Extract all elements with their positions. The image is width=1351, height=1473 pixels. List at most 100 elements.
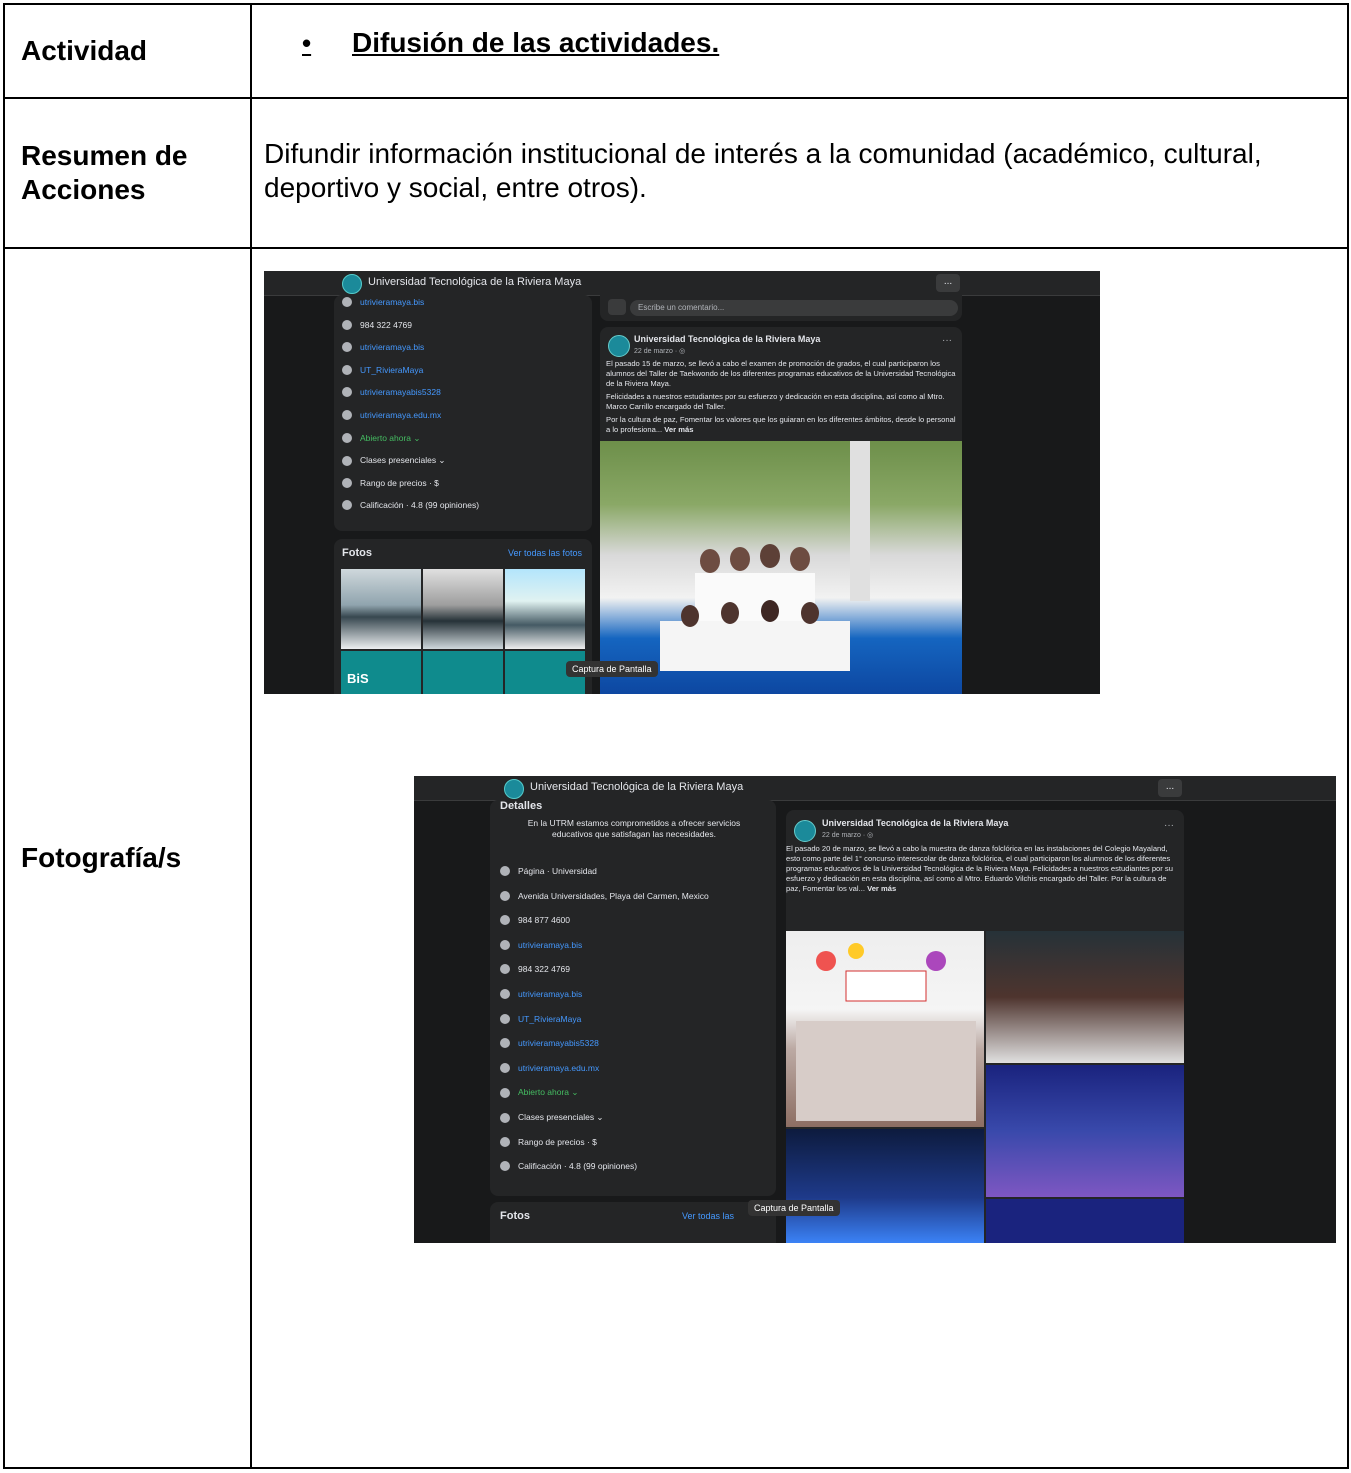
- info-text: utrivieramaya.bis: [518, 939, 583, 950]
- dance-group-illustration: [796, 943, 976, 1121]
- whatsapp-icon: [342, 319, 352, 330]
- photo-thumbnail-1[interactable]: [341, 569, 421, 649]
- info-row: 984 877 4600: [500, 915, 570, 926]
- summary-row: Resumen de Acciones Difundir información…: [3, 97, 1349, 249]
- details-heading: Detalles: [500, 800, 543, 812]
- dance-photo-4[interactable]: [786, 1129, 984, 1243]
- page-header-bar: Universidad Tecnológica de la Riviera Ma…: [414, 776, 1336, 801]
- dance-photo-5[interactable]: [986, 1199, 1184, 1243]
- comment-input[interactable]: Escribe un comentario...: [630, 300, 958, 316]
- info-text: utrivieramaya.bis: [360, 342, 425, 353]
- details-intro: En la UTRM estamos comprometidos a ofrec…: [527, 818, 741, 839]
- photos-label: Fotografía/s: [3, 247, 252, 1469]
- info-row[interactable]: utrivieramaya.bis: [500, 989, 582, 999]
- post-card: Universidad Tecnológica de la Riviera Ma…: [600, 327, 962, 694]
- info-row: Clases presenciales ⌄: [500, 1112, 604, 1123]
- youtube-icon: [500, 1038, 510, 1049]
- info-text: UT_RivieraMaya: [518, 1013, 582, 1024]
- info-row: Rango de precios · $: [342, 477, 439, 488]
- info-row: Rango de precios · $: [500, 1136, 597, 1147]
- info-text: UT_RivieraMaya: [360, 364, 424, 375]
- info-text: Página · Universidad: [518, 866, 597, 876]
- info-row: 984 322 4769: [500, 964, 570, 975]
- instagram-icon: [342, 297, 352, 307]
- x-icon: [500, 1013, 510, 1024]
- photo-thumbnail-2[interactable]: [423, 569, 503, 649]
- info-text: Rango de precios · $: [360, 477, 439, 488]
- photos-cell: Universidad Tecnológica de la Riviera Ma…: [250, 247, 1349, 1469]
- info-row[interactable]: utrivieramayabis5328: [342, 387, 441, 398]
- post-paragraph-3: Por la cultura de paz, Fomentar los valo…: [606, 415, 956, 435]
- info-text: Clases presenciales ⌄: [360, 455, 446, 466]
- info-row[interactable]: utrivieramaya.edu.mx: [500, 1062, 599, 1073]
- post-options-icon[interactable]: ···: [942, 335, 952, 346]
- dance-photo-2[interactable]: [986, 931, 1184, 1063]
- info-text: 984 877 4600: [518, 915, 570, 926]
- see-all-photos-link[interactable]: Ver todas las: [682, 1211, 734, 1221]
- more-options-button[interactable]: ...: [936, 274, 960, 292]
- page-title: Universidad Tecnológica de la Riviera Ma…: [530, 781, 744, 793]
- photo-thumbnail-4[interactable]: BiS: [341, 651, 421, 694]
- location-icon: [500, 890, 510, 901]
- info-text: utrivieramaya.bis: [360, 297, 425, 307]
- activity-row: Actividad • Difusión de las actividades.: [3, 3, 1349, 99]
- tiktok-icon: [342, 342, 352, 353]
- post-author[interactable]: Universidad Tecnológica de la Riviera Ma…: [634, 334, 820, 344]
- photo-thumbnail-3[interactable]: [505, 569, 585, 649]
- university-logo-icon: [342, 274, 362, 294]
- photos-panel: Fotos Ver todas las: [490, 1202, 776, 1243]
- info-row[interactable]: UT_RivieraMaya: [500, 1013, 582, 1024]
- youtube-icon: [342, 387, 352, 398]
- bis-tile-text: BiS: [347, 671, 369, 686]
- post-paragraph-1: El pasado 15 de marzo, se llevó a cabo e…: [606, 359, 956, 388]
- info-row: Abierto ahora ⌄: [500, 1087, 579, 1098]
- post-author-avatar: [608, 335, 630, 357]
- info-row: Calificación · 4.8 (99 opiniones): [342, 500, 479, 511]
- see-more-link[interactable]: Ver más: [867, 884, 896, 893]
- post-author-avatar: [794, 820, 816, 842]
- tiktok-icon: [500, 989, 510, 999]
- see-all-photos-link[interactable]: Ver todas las fotos: [508, 548, 582, 558]
- dance-photo-1[interactable]: [786, 931, 984, 1127]
- info-text: utrivieramaya.edu.mx: [360, 410, 442, 420]
- info-text: utrivieramaya.bis: [518, 989, 583, 999]
- activity-value-cell: • Difusión de las actividades.: [250, 3, 1349, 99]
- taekwondo-group-photo[interactable]: [600, 441, 962, 694]
- facebook-screenshot-danza: Universidad Tecnológica de la Riviera Ma…: [414, 776, 1336, 1243]
- more-options-button[interactable]: ...: [1158, 779, 1182, 797]
- info-text: Abierto ahora ⌄: [360, 432, 421, 443]
- instagram-icon: [500, 939, 510, 950]
- clock-icon: [342, 433, 352, 444]
- info-row[interactable]: UT_RivieraMaya: [342, 364, 424, 375]
- photo-thumbnail-5[interactable]: [423, 651, 503, 694]
- see-more-link[interactable]: Ver más: [664, 425, 693, 434]
- info-row[interactable]: utrivieramaya.bis: [500, 939, 583, 950]
- price-icon: [342, 477, 352, 488]
- photos-title: Fotos: [342, 547, 372, 559]
- post-author[interactable]: Universidad Tecnológica de la Riviera Ma…: [822, 818, 1008, 828]
- summary-label-line1: Resumen de: [21, 140, 188, 171]
- info-text: utrivieramayabis5328: [518, 1038, 599, 1049]
- info-row[interactable]: utrivieramaya.bis: [342, 342, 425, 353]
- info-text: Clases presenciales ⌄: [518, 1112, 604, 1122]
- summary-text: Difundir información institucional de in…: [264, 138, 1262, 203]
- info-row[interactable]: utrivieramaya.edu.mx: [342, 410, 441, 420]
- summary-cell: Difundir información institucional de in…: [250, 97, 1349, 249]
- photos-row: Fotografía/s Universidad Tecnológica de …: [3, 247, 1349, 1469]
- info-text: 984 322 4769: [518, 964, 570, 975]
- details-panel: Detalles En la UTRM estamos comprometido…: [490, 800, 776, 1196]
- post-options-icon[interactable]: ···: [1164, 820, 1174, 831]
- dance-photo-3[interactable]: [986, 1065, 1184, 1197]
- post-text: El pasado 20 de marzo, se llevó a cabo l…: [786, 844, 1173, 893]
- post-paragraph: El pasado 20 de marzo, se llevó a cabo l…: [786, 844, 1176, 894]
- info-row: 984 322 4769: [342, 319, 412, 330]
- info-row[interactable]: utrivieramaya.bis: [342, 297, 424, 307]
- info-row[interactable]: utrivieramayabis5328: [500, 1038, 599, 1049]
- info-text: Rango de precios · $: [518, 1136, 597, 1147]
- info-text: Calificación · 4.8 (99 opiniones): [518, 1161, 638, 1172]
- comment-panel: Escribe un comentario...: [600, 295, 962, 321]
- info-text: Avenida Universidades, Playa del Carmen,…: [518, 890, 709, 901]
- facebook-screenshot-taekwondo: Universidad Tecnológica de la Riviera Ma…: [264, 271, 1100, 694]
- activity-list-item: • Difusión de las actividades.: [302, 27, 1347, 59]
- clock-icon: [500, 1087, 510, 1098]
